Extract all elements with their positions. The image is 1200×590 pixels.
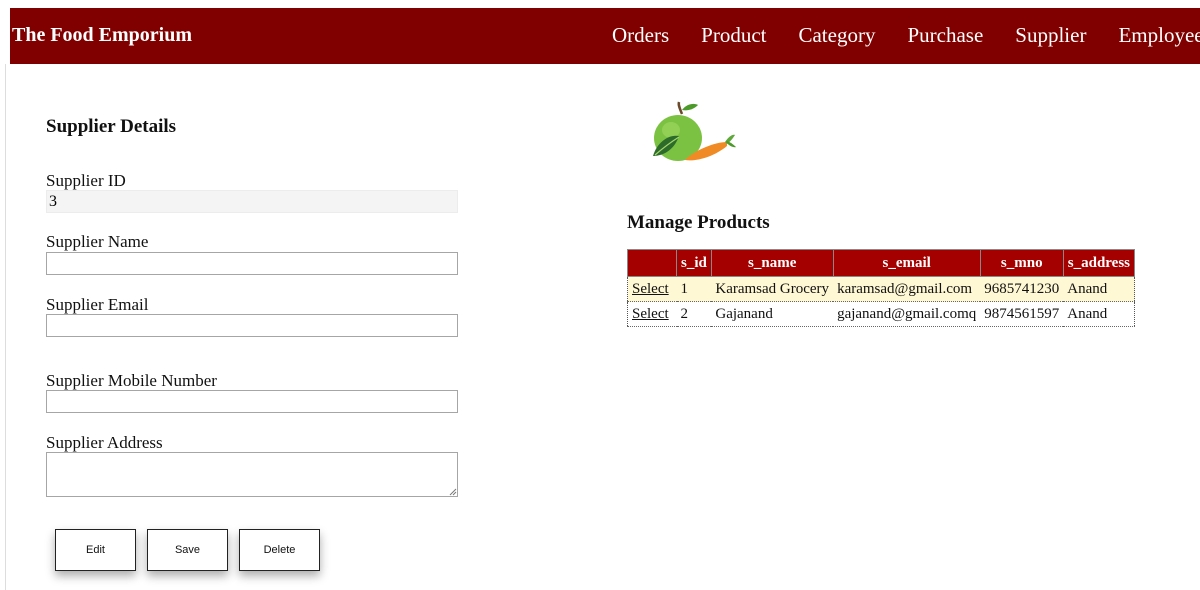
column-header-s-name: s_name xyxy=(710,249,834,277)
nav-supplier[interactable]: Supplier xyxy=(1015,23,1086,48)
nav-category[interactable]: Category xyxy=(798,23,875,48)
delete-button[interactable]: Delete xyxy=(239,529,320,571)
s-address-cell: Anand xyxy=(1063,276,1135,302)
supplier-id-label: Supplier ID xyxy=(46,171,126,190)
column-header-action xyxy=(627,249,677,277)
nav-purchase[interactable]: Purchase xyxy=(907,23,983,48)
resize-grip-icon[interactable] xyxy=(449,488,457,496)
form-title: Supplier Details xyxy=(46,116,177,137)
save-button[interactable]: Save xyxy=(147,529,228,571)
main-nav: Orders Product Category Purchase Supplie… xyxy=(612,23,1200,48)
fruit-vegetable-logo-icon xyxy=(653,101,736,161)
supplier-mobile-label: Supplier Mobile Number xyxy=(46,371,217,390)
table-header-row: s_id s_name s_email s_mno s_address xyxy=(627,249,1136,277)
s-name-cell: Karamsad Grocery xyxy=(711,276,834,302)
nav-employee[interactable]: Employee xyxy=(1118,23,1200,48)
supplier-name-field[interactable] xyxy=(46,252,458,275)
supplier-mobile-field[interactable] xyxy=(46,390,458,413)
supplier-email-field[interactable] xyxy=(46,314,458,337)
select-link[interactable]: Select xyxy=(632,306,669,322)
table-row: Select 2 Gajanand gajanand@gmail.comq 98… xyxy=(627,301,1135,327)
supplier-address-label: Supplier Address xyxy=(46,433,163,452)
nav-orders[interactable]: Orders xyxy=(612,23,669,48)
table-title: Manage Products xyxy=(627,212,770,233)
select-cell: Select xyxy=(627,301,677,327)
column-header-s-email: s_email xyxy=(832,249,981,277)
s-email-cell: karamsad@gmail.com xyxy=(833,276,981,302)
edit-button[interactable]: Edit xyxy=(55,529,136,571)
s-id-cell: 1 xyxy=(676,276,712,302)
s-address-cell: Anand xyxy=(1063,301,1135,327)
brand-title[interactable]: The Food Emporium xyxy=(12,24,192,47)
top-navbar: The Food Emporium Orders Product Categor… xyxy=(10,8,1200,64)
supplier-id-field[interactable] xyxy=(46,190,458,213)
s-mno-cell: 9874561597 xyxy=(980,301,1064,327)
select-link[interactable]: Select xyxy=(632,281,669,297)
left-divider xyxy=(5,64,6,590)
s-id-cell: 2 xyxy=(676,301,712,327)
nav-product[interactable]: Product xyxy=(701,23,766,48)
suppliers-table: s_id s_name s_email s_mno s_address Sele… xyxy=(627,249,1136,327)
table-row: Select 1 Karamsad Grocery karamsad@gmail… xyxy=(627,276,1135,302)
column-header-s-mno: s_mno xyxy=(979,249,1064,277)
supplier-name-label: Supplier Name xyxy=(46,232,149,251)
supplier-email-label: Supplier Email xyxy=(46,295,149,314)
column-header-s-id: s_id xyxy=(676,249,712,277)
supplier-address-field[interactable] xyxy=(46,452,458,497)
s-name-cell: Gajanand xyxy=(711,301,834,327)
column-header-s-address: s_address xyxy=(1062,249,1136,277)
s-email-cell: gajanand@gmail.comq xyxy=(833,301,981,327)
s-mno-cell: 9685741230 xyxy=(980,276,1064,302)
select-cell: Select xyxy=(627,276,677,302)
